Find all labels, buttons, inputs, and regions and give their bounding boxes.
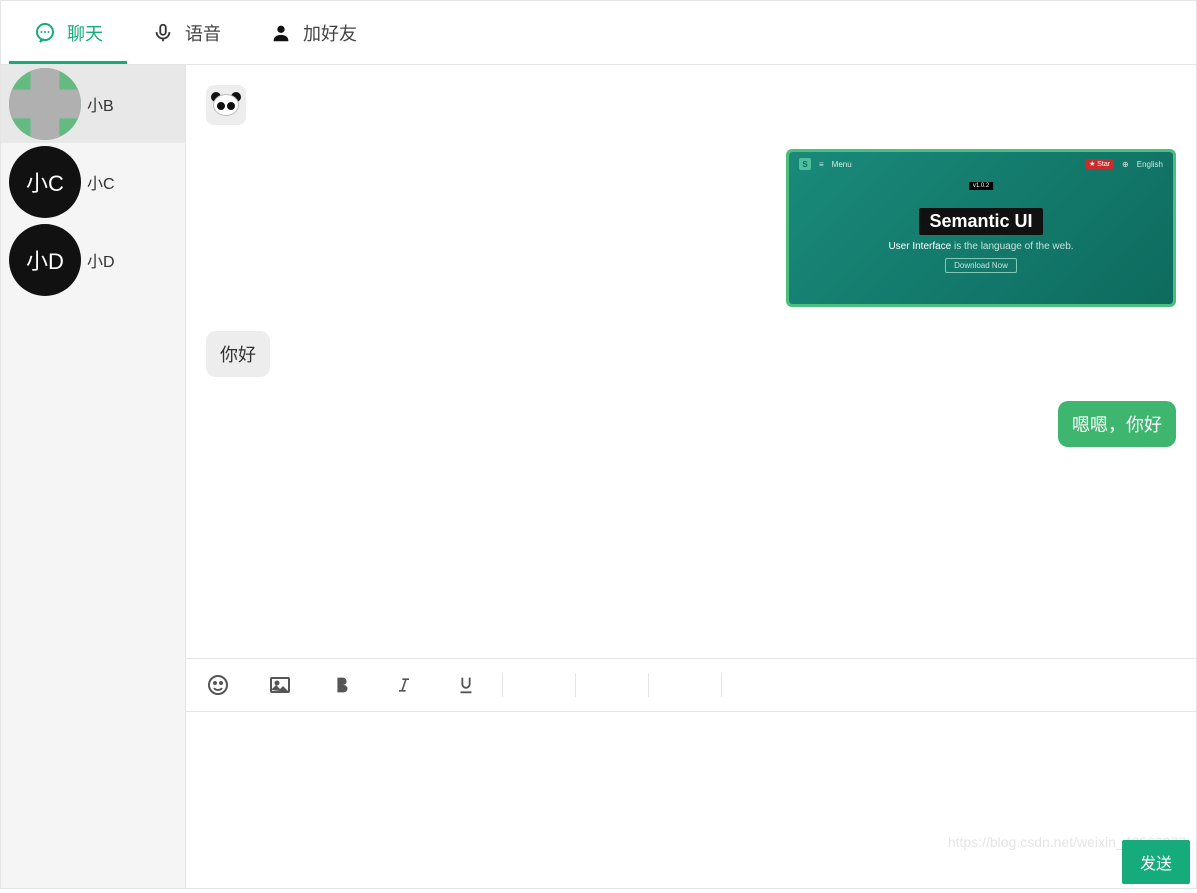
avatar [9, 68, 81, 140]
editor-toolbar-wrap: https://blog.csdn.net/weixin_43566977 发送 [186, 658, 1196, 888]
tab-label: 语音 [185, 20, 221, 46]
toolbar-separator [721, 673, 722, 697]
toolbar-extra-1[interactable] [525, 671, 553, 699]
editor-toolbar [186, 659, 1196, 711]
contact-sidebar: 小B 小C 小C 小D 小D [1, 65, 186, 888]
message-incoming-text: 你好 [206, 331, 1176, 377]
message-outgoing-image: S ≡ Menu ★ Star ⊕ English [206, 149, 1176, 307]
toolbar-extra-2[interactable] [598, 671, 626, 699]
message-input[interactable] [186, 712, 1196, 888]
semanticui-logo-icon: S [799, 158, 811, 170]
emoji-button[interactable] [204, 671, 232, 699]
chat-icon [33, 21, 57, 45]
messages: S ≡ Menu ★ Star ⊕ English [186, 65, 1196, 658]
tab-addfriend[interactable]: 加好友 [245, 1, 381, 64]
panda-emoji [206, 85, 246, 125]
underline-button[interactable] [452, 671, 480, 699]
toolbar-separator [648, 673, 649, 697]
message-outgoing-text: 嗯嗯，你好 [206, 401, 1176, 447]
avatar: 小C [9, 146, 81, 218]
contact-item[interactable]: 小B [1, 65, 185, 143]
contact-name: 小D [87, 248, 115, 272]
send-button[interactable]: 发送 [1122, 840, 1190, 884]
toolbar-extra-3[interactable] [671, 671, 699, 699]
message-bubble: 嗯嗯，你好 [1058, 401, 1176, 447]
app-root: 聊天 语音 加好友 小B 小C 小C 小D [0, 0, 1197, 889]
avatar: 小D [9, 224, 81, 296]
tab-label: 聊天 [67, 20, 103, 46]
bold-button[interactable] [328, 671, 356, 699]
semanticui-title: Semantic UI [919, 208, 1042, 235]
contact-item[interactable]: 小C 小C [1, 143, 185, 221]
tabs-bar: 聊天 语音 加好友 [1, 1, 1196, 65]
message-bubble: 你好 [206, 331, 270, 377]
tab-label: 加好友 [303, 20, 357, 46]
github-badge: ★ Star [1085, 159, 1114, 169]
italic-button[interactable] [390, 671, 418, 699]
toolbar-separator [502, 673, 503, 697]
toolbar-separator [575, 673, 576, 697]
message-incoming-emoji [206, 85, 1176, 125]
tab-chat[interactable]: 聊天 [9, 1, 127, 64]
contact-name: 小B [87, 92, 114, 116]
tab-voice[interactable]: 语音 [127, 1, 245, 64]
input-area: https://blog.csdn.net/weixin_43566977 发送 [186, 712, 1196, 888]
person-icon [269, 21, 293, 45]
chat-area: S ≡ Menu ★ Star ⊕ English [186, 65, 1196, 888]
image-attachment[interactable]: S ≡ Menu ★ Star ⊕ English [786, 149, 1176, 307]
contact-name: 小C [87, 170, 115, 194]
image-button[interactable] [266, 671, 294, 699]
contact-item[interactable]: 小D 小D [1, 221, 185, 299]
mic-icon [151, 21, 175, 45]
main: 小B 小C 小C 小D 小D [1, 65, 1196, 888]
